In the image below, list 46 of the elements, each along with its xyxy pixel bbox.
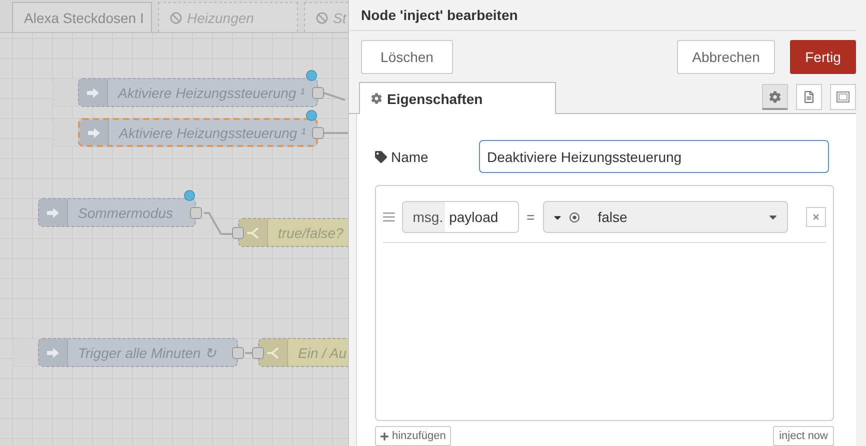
- remove-button[interactable]: [806, 207, 826, 227]
- properties-tab[interactable]: Eigenschaften: [359, 82, 556, 114]
- settings-icon: [769, 90, 781, 102]
- output-port[interactable]: [232, 347, 244, 359]
- equals-sign: =: [526, 209, 535, 225]
- wire-line: [204, 212, 232, 235]
- value-select[interactable]: false: [542, 201, 788, 233]
- property-field[interactable]: msg. payload: [402, 201, 519, 233]
- arrow-icon: [86, 86, 100, 100]
- disabled-icon: [316, 12, 328, 24]
- frame-icon: [835, 90, 851, 104]
- add-button[interactable]: hinzufügen: [375, 426, 451, 446]
- wire-line: [324, 92, 346, 101]
- wire-line: [324, 132, 348, 134]
- arrow-icon: [46, 346, 60, 360]
- inject-button[interactable]: [52, 78, 78, 107]
- output-port[interactable]: [312, 87, 324, 99]
- drag-handle-icon[interactable]: [383, 212, 395, 222]
- plus-icon: [380, 432, 389, 440]
- name-input[interactable]: Deaktiviere Heizungssteuerung: [479, 140, 829, 173]
- inject-button[interactable]: [52, 118, 78, 147]
- name-label: Name: [375, 148, 479, 164]
- close-icon: [812, 213, 820, 221]
- tray-title: Node 'inject' bearbeiten: [361, 7, 518, 24]
- tag-icon: [375, 150, 387, 162]
- delete-button[interactable]: Löschen: [361, 40, 453, 74]
- input-port[interactable]: [252, 347, 264, 359]
- document-icon: [803, 91, 815, 103]
- view-button[interactable]: [762, 84, 788, 110]
- view-button[interactable]: [796, 84, 822, 110]
- output-port[interactable]: [190, 207, 202, 219]
- view-button[interactable]: [830, 84, 856, 110]
- settings-icon: [371, 93, 382, 104]
- input-port[interactable]: [232, 227, 244, 239]
- branch-icon: [246, 226, 260, 240]
- disabled-icon: [170, 12, 182, 24]
- branch-icon: [266, 346, 280, 360]
- inject-now-button[interactable]: inject now: [773, 426, 834, 446]
- arrow-icon: [46, 206, 60, 220]
- inject-button[interactable]: [12, 338, 38, 367]
- arrow-icon: [87, 126, 101, 140]
- radio-icon: [568, 212, 580, 222]
- wire-line: [245, 352, 252, 354]
- cancel-button[interactable]: Abbrechen: [677, 40, 775, 74]
- done-button[interactable]: Fertig: [790, 40, 856, 74]
- output-port[interactable]: [312, 127, 324, 139]
